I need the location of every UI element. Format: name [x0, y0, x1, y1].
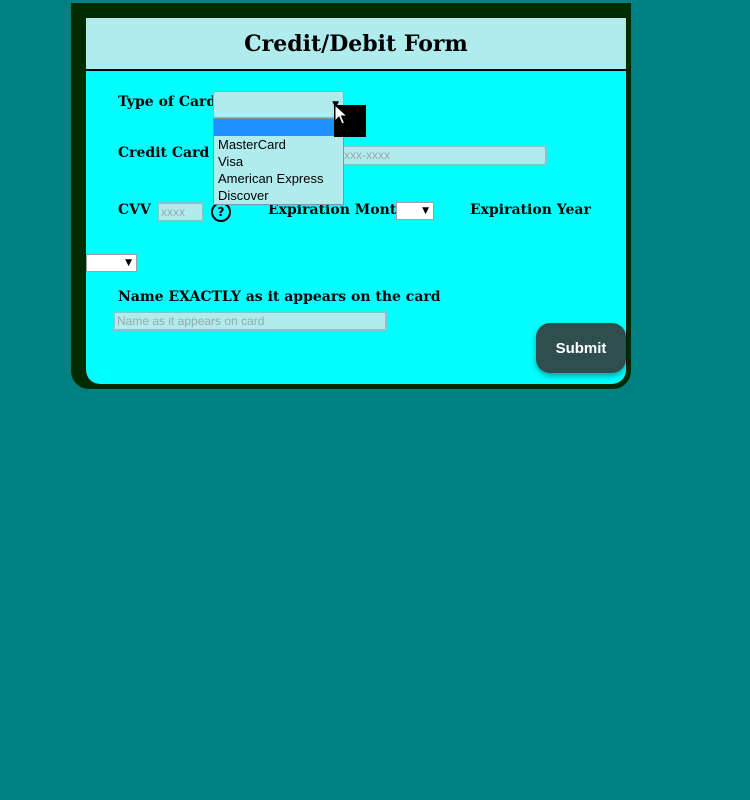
dropdown-option-blank[interactable]	[214, 119, 343, 136]
cvv-input[interactable]: xxxx	[157, 202, 204, 222]
dropdown-option-american-express[interactable]: American Express	[214, 170, 343, 187]
dropdown-option-mastercard[interactable]: MasterCard	[214, 136, 343, 153]
card-number-label: Credit Card N	[118, 145, 227, 161]
card-type-label: Type of Card	[118, 94, 217, 110]
card-type-dropdown-list: MasterCard Visa American Express Discove…	[213, 118, 344, 205]
form-header: Credit/Debit Form	[86, 18, 626, 71]
dropdown-option-discover[interactable]: Discover	[214, 187, 343, 204]
form-title: Credit/Debit Form	[244, 30, 468, 57]
submit-button[interactable]: Submit	[536, 323, 626, 373]
credit-card-form: Credit/Debit Form Type of Card ▼ Credit …	[86, 18, 626, 384]
cardholder-name-placeholder: Name as it appears on card	[117, 314, 265, 328]
question-circle-icon[interactable]: ?	[211, 202, 231, 222]
exp-month-select[interactable]: ▼	[396, 202, 434, 220]
card-number-input[interactable]: xxx-xxxx	[340, 145, 547, 166]
exp-year-select[interactable]: ▼	[86, 254, 137, 272]
cvv-label: CVV	[118, 202, 151, 218]
exp-year-label: Expiration Year	[470, 202, 591, 218]
card-number-placeholder: xxx-xxxx	[344, 148, 390, 162]
cardholder-name-input[interactable]: Name as it appears on card	[113, 311, 387, 331]
chevron-down-icon: ▼	[125, 258, 132, 268]
mouse-pointer-icon	[334, 104, 348, 125]
name-label: Name EXACTLY as it appears on the card	[118, 289, 441, 305]
cvv-placeholder: xxxx	[161, 205, 185, 219]
card-type-select[interactable]: ▼	[213, 91, 344, 118]
chevron-down-icon: ▼	[422, 206, 429, 216]
dropdown-option-visa[interactable]: Visa	[214, 153, 343, 170]
